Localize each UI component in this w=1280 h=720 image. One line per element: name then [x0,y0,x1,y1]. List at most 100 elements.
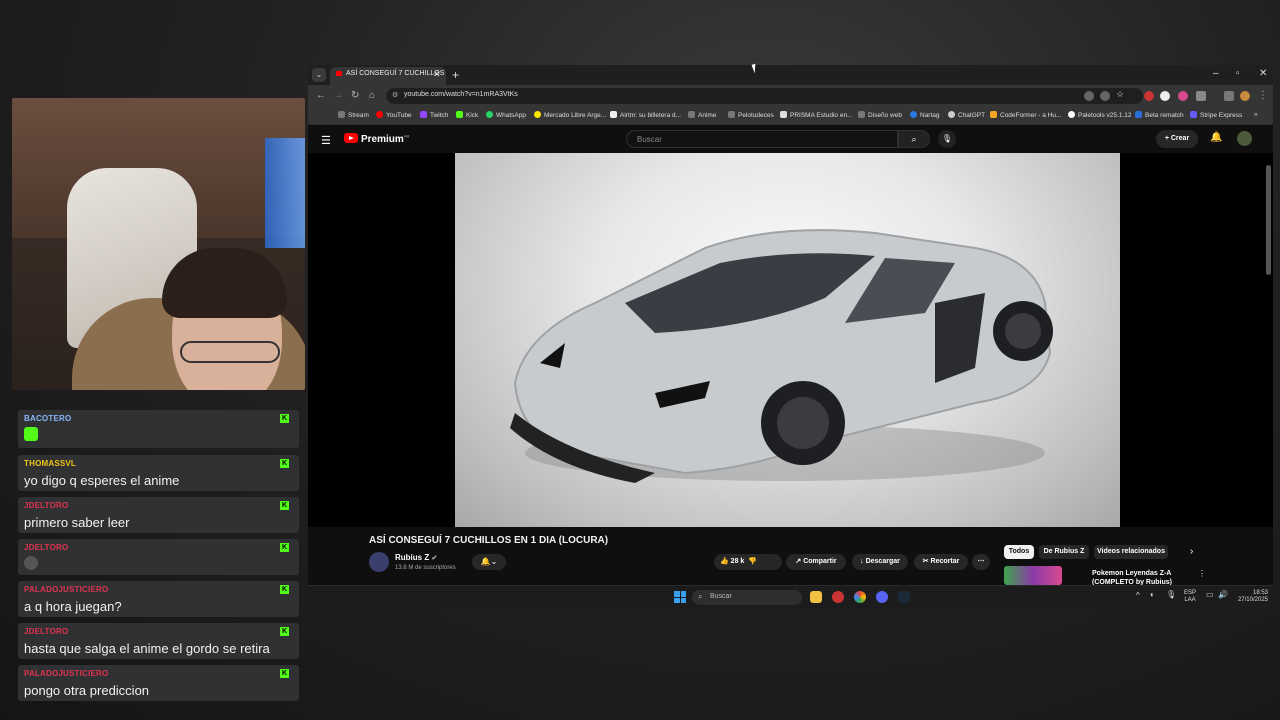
tray-overflow-icon[interactable]: ^ [1136,592,1140,600]
chatgpt-icon [948,111,955,118]
dislike-icon[interactable]: 👎 [748,558,757,565]
verified-icon: ✔ [431,555,438,562]
site-info-icon[interactable]: ⚙ [392,91,398,99]
download-button[interactable]: ↓ Descargar [852,554,908,570]
bookmark-item[interactable]: Diseño web [858,111,902,119]
like-icon[interactable]: 👍 [720,558,729,565]
channel-avatar[interactable] [369,552,389,572]
close-window-button[interactable]: ✕ [1259,68,1267,79]
eye-off-icon[interactable] [1100,91,1110,101]
bookmark-item[interactable]: PRISMA Estudio en... [780,111,853,119]
new-tab-button[interactable]: + [452,68,459,82]
discord-icon[interactable] [876,591,888,603]
recommended-thumbnail[interactable] [1004,566,1062,585]
bookmark-item[interactable]: WhatsApp [486,111,526,119]
bookmark-item[interactable]: Paletools v25.1.12 [1068,111,1131,119]
search-icon[interactable]: ⌕ [898,130,930,148]
menu-icon[interactable]: ☰ [321,134,331,147]
bookmark-label: CodeFormer - a Hu... [1000,112,1062,119]
video-player[interactable] [455,153,1120,527]
like-count[interactable]: 28 k [731,558,745,565]
chip-from-channel[interactable]: De Rubius Z [1039,545,1089,559]
install-icon[interactable] [1084,91,1094,101]
whatsapp-icon [486,111,493,118]
bookmark-item[interactable]: YouTube [376,111,412,119]
bookmark-item[interactable]: Airtm: su billetera d... [610,111,681,119]
bookmark-label: Beta rematch [1145,112,1184,119]
close-tab-icon[interactable]: ✕ [433,69,441,80]
clip-button[interactable]: ✂ Recortar [914,554,968,570]
notifications-bell-icon[interactable]: 🔔 [1210,132,1222,143]
create-button[interactable]: + Crear [1156,130,1198,148]
share-button[interactable]: ↗ Compartir [786,554,846,570]
steam-icon[interactable] [898,591,910,603]
kick-badge-icon: K [280,585,289,594]
media-icon[interactable] [1224,91,1234,101]
channel-name-text: Rubius Z [395,553,430,562]
microphone-icon[interactable]: 🎙 [938,130,956,148]
bookmark-item[interactable]: Anime [688,111,716,119]
chip-related[interactable]: Videos relacionados [1094,545,1168,559]
account-avatar[interactable] [1237,131,1252,146]
bookmark-item[interactable]: ChatGPT [948,111,985,119]
video-frame-car [510,229,1053,483]
tab-youtube[interactable]: ASÍ CONSEGUÍ 7 CUCHILLOS [330,67,446,85]
taskbar-search-input[interactable]: ⌕ Buscar [692,590,802,605]
bookmark-label: Twitch [430,112,449,119]
language-indicator[interactable]: ESP LAA [1184,590,1196,604]
extension-icon[interactable] [1178,91,1188,101]
extension-icon[interactable] [1144,91,1154,101]
more-actions-button[interactable]: ⋯ [972,554,990,570]
chips-next-icon[interactable]: › [1190,546,1193,557]
address-bar-row: ← → ↻ ⌂ ⚙ youtube.com/watch?v=n1mRA3VtKs… [308,85,1273,107]
download-label: Descargar [865,558,900,565]
restore-button[interactable]: ▫ [1236,68,1240,79]
reload-icon[interactable]: ↻ [351,90,359,101]
clock[interactable]: 18:53 27/10/2025 [1233,590,1268,604]
search-input[interactable]: Buscar [626,130,898,148]
bookmark-item[interactable]: Stripe Express [1190,111,1242,119]
webcam-monitor-glow [265,138,305,248]
profile-avatar[interactable] [1240,91,1250,101]
network-icon[interactable]: ▭ [1206,591,1214,599]
bookmark-item[interactable]: Twitch [420,111,448,119]
bookmark-item[interactable]: Stream [338,111,369,119]
logo-text: Premium [361,134,404,145]
tab-search-button[interactable]: ⌄ [312,68,326,82]
stream-chat: BACOTERO K THOMASSVL yo digo q esperes e… [12,392,305,707]
bookmark-item[interactable]: CodeFormer - a Hu... [990,111,1061,119]
channel-name[interactable]: Rubius Z ✔ [395,553,437,562]
page-scrollbar[interactable] [1266,165,1271,275]
youtube-play-icon [344,133,358,143]
bookmark-item[interactable]: Pelotudeces [728,111,774,119]
forward-icon[interactable]: → [333,90,343,101]
star-icon[interactable]: ☆ [1116,89,1126,99]
chrome-icon[interactable] [854,591,866,603]
bookmark-item[interactable]: Beta rematch [1135,111,1184,119]
extensions-puzzle-icon[interactable] [1196,91,1206,101]
extension-icon[interactable] [1160,91,1170,101]
tray-app-icon[interactable]: ◐ [1150,591,1155,599]
chat-text: yo digo q esperes el anime [24,473,180,488]
youtube-logo[interactable]: PremiumAR [344,133,409,145]
menu-dots-icon[interactable]: ⋮ [1258,90,1268,101]
subscription-bell-button[interactable]: 🔔⌄ [472,554,506,570]
home-icon[interactable]: ⌂ [369,90,375,101]
chip-all[interactable]: Todos [1004,545,1034,559]
app-icon[interactable] [832,591,844,603]
volume-icon[interactable]: 🔊 [1218,591,1228,599]
recommended-menu-icon[interactable]: ⋮ [1198,569,1206,578]
bookmarks-overflow-icon[interactable]: » [1254,111,1258,118]
minimize-button[interactable]: – [1213,68,1219,79]
bookmark-item[interactable]: Kick [456,111,478,119]
bookmark-item[interactable]: Mercado Libre Arge... [534,111,606,119]
tray-mic-icon[interactable]: 🎙 [1166,591,1176,599]
airtm-icon [610,111,617,118]
bookmark-label: Airtm: su billetera d... [620,112,682,119]
bookmark-item[interactable]: Nartag [910,111,940,119]
back-icon[interactable]: ← [316,90,326,101]
file-explorer-icon[interactable] [810,591,822,603]
windows-start-icon[interactable] [674,591,686,603]
car-front-rim [777,397,829,449]
url-field[interactable]: ⚙ youtube.com/watch?v=n1mRA3VtKs [386,88,1143,104]
